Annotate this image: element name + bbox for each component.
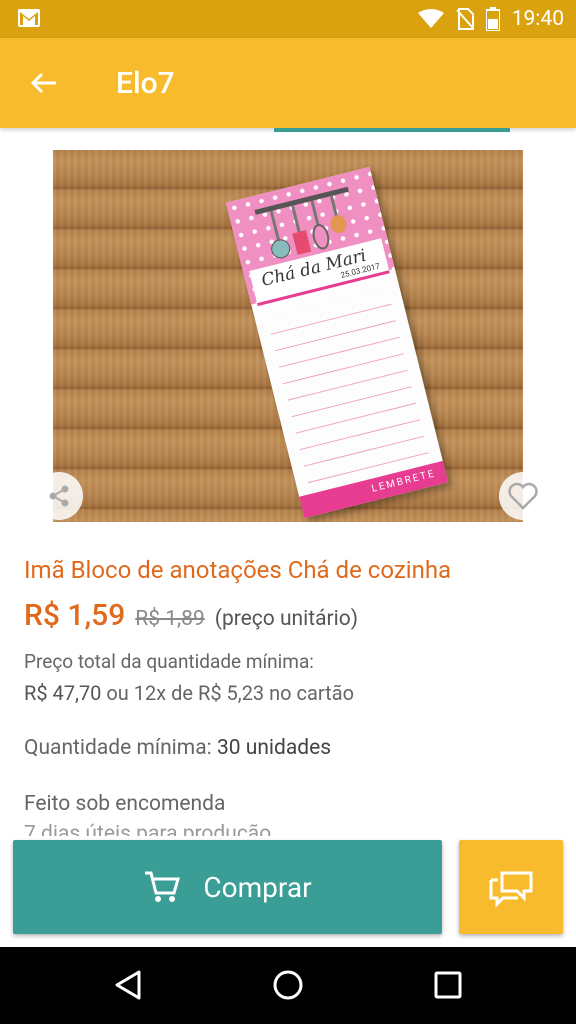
back-button[interactable] [22,61,66,105]
chat-icon [489,871,533,907]
cart-icon [145,871,181,902]
minimum-quantity-label: Quantidade mínima: [24,736,212,760]
share-button[interactable] [35,472,83,520]
status-bar: 19:40 [0,0,576,38]
arrow-left-icon [30,72,56,94]
no-sim-icon [455,8,474,30]
product-image[interactable]: Chá da Mari 25.03.2017 LEMBRETE [53,150,523,522]
heart-icon [508,482,538,510]
product-content[interactable]: Chá da Mari 25.03.2017 LEMBRETE Imã Bloc… [0,132,576,836]
buy-button-label: Comprar [203,870,312,904]
production-days: 7 dias úteis para produção [24,822,272,836]
chat-button[interactable] [459,840,563,934]
installments-text: ou 12x de R$ 5,23 no cartão [106,681,354,705]
system-nav-bar [0,947,576,1024]
old-price: R$ 1,89 [135,607,205,631]
triangle-back-icon [115,970,141,1000]
app-title: Elo7 [116,66,175,101]
wifi-icon [417,9,444,28]
circle-home-icon [273,970,303,1000]
nav-recents-button[interactable] [426,965,470,1005]
app-bar: Elo7 [0,38,576,128]
price-row: R$ 1,59 R$ 1,89 (preço unitário) [24,598,358,633]
notepad-lines [267,288,430,489]
favorite-button[interactable] [499,472,547,520]
product-title: Imã Bloco de anotações Chá de cozinha [24,556,452,584]
minimum-quantity-value: 30 unidades [216,736,332,760]
battery-icon [485,7,500,31]
status-time: 19:40 [511,7,564,31]
nav-back-button[interactable] [106,965,150,1005]
total-price-value: R$ 47,70 [24,681,102,705]
unit-price-note: (preço unitário) [214,607,359,631]
made-to-order: Feito sob encomenda [24,792,226,816]
square-recents-icon [434,971,462,999]
total-price-row: R$ 47,70 ou 12x de R$ 5,23 no cartão [24,681,354,705]
share-icon [49,485,69,507]
buy-button[interactable]: Comprar [13,840,442,934]
nav-home-button[interactable] [266,965,310,1005]
total-price-label: Preço total da quantidade mínima: [24,650,314,673]
current-price: R$ 1,59 [24,598,126,633]
minimum-quantity: Quantidade mínima: 30 unidades [24,736,331,760]
gmail-icon [18,9,40,27]
